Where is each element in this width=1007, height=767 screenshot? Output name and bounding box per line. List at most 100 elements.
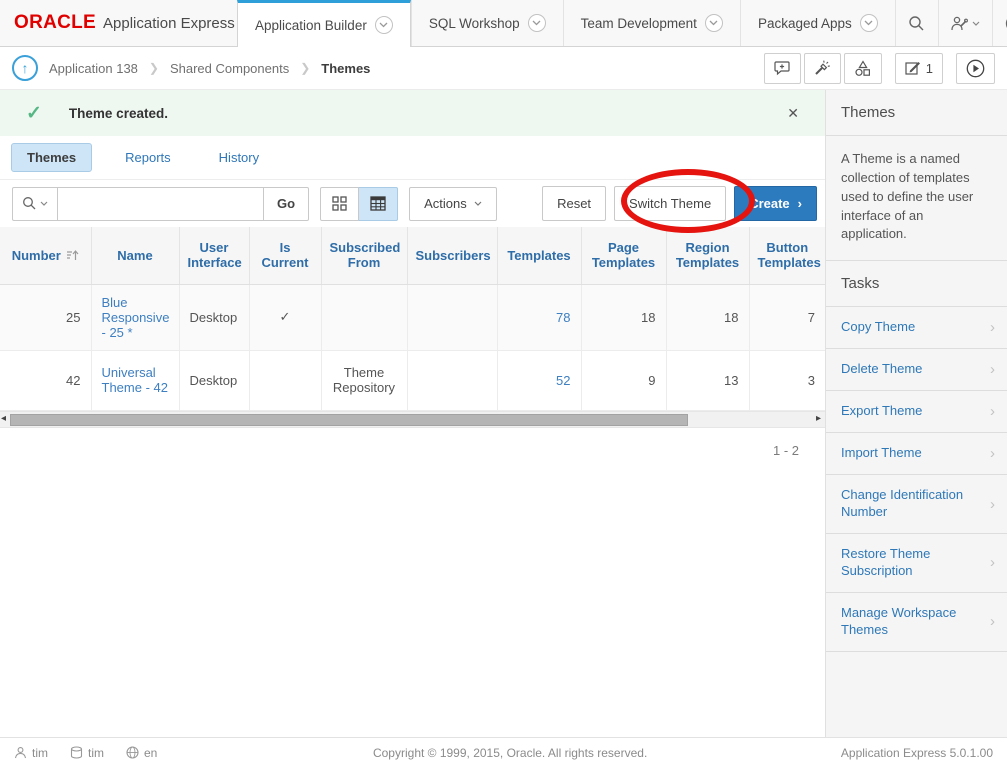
nav-tab-application-builder[interactable]: Application Builder — [237, 0, 411, 47]
chevron-down-icon[interactable] — [375, 16, 393, 34]
nav-tab-sql-workshop[interactable]: SQL Workshop — [411, 0, 563, 46]
theme-shapes-icon[interactable] — [844, 53, 882, 84]
search-column-selector[interactable] — [12, 187, 58, 221]
product-name: Application Express — [103, 15, 235, 32]
oracle-apex-logo[interactable]: ORACLE Application Express — [0, 0, 237, 46]
icon-view-icon[interactable] — [320, 187, 359, 221]
horizontal-scrollbar[interactable]: ◂ ▸ — [0, 411, 825, 428]
chevron-right-icon: › — [990, 361, 995, 378]
nav-tab-packaged-apps[interactable]: Packaged Apps — [740, 0, 895, 46]
tab-reports[interactable]: Reports — [110, 144, 186, 171]
task-copy-theme[interactable]: Copy Theme› — [826, 307, 1007, 349]
task-import-theme[interactable]: Import Theme› — [826, 433, 1007, 475]
chevron-right-icon: › — [990, 613, 995, 630]
run-application-button[interactable] — [956, 53, 995, 84]
table-header-row: Number Name User Interface Is Current Su… — [0, 227, 825, 284]
tab-history[interactable]: History — [204, 144, 274, 171]
breadcrumb-bar: ↑ Application 138 ❯ Shared Components ❯ … — [0, 47, 1007, 90]
cell-subscribed-from — [321, 284, 407, 350]
go-button[interactable]: Go — [264, 187, 309, 221]
tab-themes[interactable]: Themes — [11, 143, 92, 172]
content-region: ✓ Theme created. ✕ Themes Reports Histor… — [0, 90, 825, 737]
cell-name: Universal Theme - 42 — [91, 350, 179, 410]
scroll-left-arrow[interactable]: ◂ — [1, 413, 6, 424]
column-header-is-current[interactable]: Is Current — [249, 227, 321, 284]
up-level-icon[interactable]: ↑ — [12, 55, 38, 81]
column-header-user-interface[interactable]: User Interface — [179, 227, 249, 284]
right-sidebar: Themes A Theme is a named collection of … — [825, 90, 1007, 737]
column-header-subscribed-from[interactable]: Subscribed From — [321, 227, 407, 284]
scroll-right-arrow[interactable]: ▸ — [816, 413, 821, 424]
theme-link[interactable]: Universal Theme - 42 — [102, 365, 168, 395]
cell-page-templates: 9 — [581, 350, 666, 410]
reset-button[interactable]: Reset — [542, 186, 606, 221]
chevron-down-icon[interactable] — [705, 14, 723, 32]
templates-link[interactable]: 78 — [556, 310, 570, 325]
chevron-right-icon: › — [990, 319, 995, 336]
cell-region-templates: 18 — [666, 284, 749, 350]
task-change-identification-number[interactable]: Change Identification Number› — [826, 475, 1007, 534]
pagination-label: 1 - 2 — [0, 428, 825, 458]
main-nav-tabs: Application Builder SQL Workshop Team De… — [237, 0, 895, 46]
feedback-button[interactable] — [764, 53, 801, 84]
footer-language: en — [126, 746, 157, 760]
search-input[interactable] — [58, 187, 264, 221]
chevron-right-icon: › — [990, 554, 995, 571]
success-check-icon: ✓ — [26, 102, 42, 125]
header-utility-icons: ? — [895, 0, 1007, 46]
task-manage-workspace-themes[interactable]: Manage Workspace Themes› — [826, 593, 1007, 652]
scrollbar-thumb[interactable] — [10, 414, 688, 426]
cell-subscribers — [407, 350, 497, 410]
footer-user: tim — [14, 746, 48, 760]
column-header-button-templates[interactable]: Button Templates — [749, 227, 825, 284]
success-message: ✓ Theme created. ✕ — [0, 90, 825, 136]
theme-link[interactable]: Blue Responsive - 25 * — [102, 295, 170, 340]
task-export-theme[interactable]: Export Theme› — [826, 391, 1007, 433]
column-header-region-templates[interactable]: Region Templates — [666, 227, 749, 284]
breadcrumb-shared-components[interactable]: Shared Components — [170, 61, 289, 76]
column-header-number[interactable]: Number — [0, 227, 91, 284]
switch-theme-button[interactable]: Switch Theme — [614, 186, 726, 221]
help-icon[interactable]: ? — [992, 0, 1007, 46]
cell-number: 42 — [0, 350, 91, 410]
column-header-subscribers[interactable]: Subscribers — [407, 227, 497, 284]
chevron-down-icon[interactable] — [528, 14, 546, 32]
column-header-templates[interactable]: Templates — [497, 227, 581, 284]
oracle-wordmark: ORACLE — [14, 12, 96, 34]
close-icon[interactable]: ✕ — [787, 105, 799, 122]
footer-version: Application Express 5.0.1.00 — [841, 746, 993, 760]
sidebar-description: A Theme is a named collection of templat… — [826, 136, 1007, 261]
success-message-text: Theme created. — [69, 106, 168, 121]
task-restore-theme-subscription[interactable]: Restore Theme Subscription› — [826, 534, 1007, 593]
chevron-down-icon[interactable] — [860, 14, 878, 32]
toolbar-right-buttons: Reset Switch Theme Create› — [542, 186, 817, 221]
create-button[interactable]: Create› — [734, 186, 817, 221]
column-header-name[interactable]: Name — [91, 227, 179, 284]
chevron-right-icon: › — [990, 403, 995, 420]
cell-page-templates: 18 — [581, 284, 666, 350]
breadcrumb-themes: Themes — [321, 61, 370, 76]
actions-menu-button[interactable]: Actions — [409, 187, 497, 221]
breadcrumb-separator: ❯ — [300, 61, 310, 75]
cell-templates: 52 — [497, 350, 581, 410]
cell-is-current — [249, 350, 321, 410]
report-view-icon[interactable] — [359, 187, 398, 221]
main-area: ✓ Theme created. ✕ Themes Reports Histor… — [0, 90, 1007, 737]
templates-link[interactable]: 52 — [556, 373, 570, 388]
region-tabs: Themes Reports History — [0, 136, 825, 180]
footer-copyright: Copyright © 1999, 2015, Oracle. All righ… — [179, 746, 841, 760]
debug-flashlight-icon[interactable] — [804, 53, 841, 84]
cell-name: Blue Responsive - 25 * — [91, 284, 179, 350]
nav-tab-team-development[interactable]: Team Development — [563, 0, 740, 46]
table-row: 25 Blue Responsive - 25 * Desktop ✓ 78 1… — [0, 284, 825, 350]
top-header: ORACLE Application Express Application B… — [0, 0, 1007, 47]
search-icon[interactable] — [895, 0, 938, 46]
footer-bar: tim tim en Copyright © 1999, 2015, Oracl… — [0, 737, 1007, 767]
edit-page-button[interactable]: 1 — [895, 53, 943, 84]
breadcrumb-application[interactable]: Application 138 — [49, 61, 138, 76]
column-header-page-templates[interactable]: Page Templates — [581, 227, 666, 284]
view-toggle-group — [320, 187, 398, 221]
task-delete-theme[interactable]: Delete Theme› — [826, 349, 1007, 391]
administration-icon[interactable] — [938, 0, 992, 46]
cell-is-current: ✓ — [249, 284, 321, 350]
